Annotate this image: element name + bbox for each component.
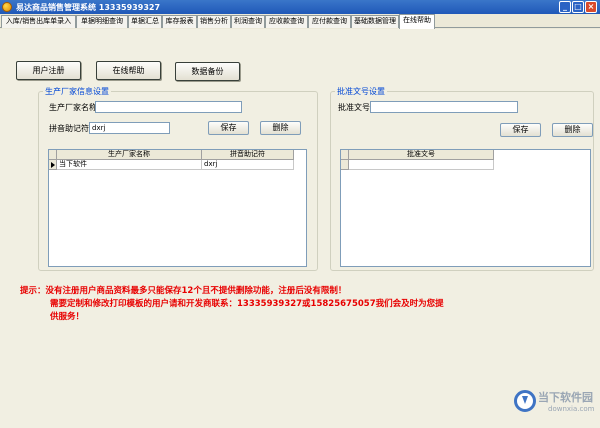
manufacturer-table[interactable]: 生产厂家名称 拼音助记符 当下软件 dxrj bbox=[48, 149, 307, 267]
column-header-manufacturer-name[interactable]: 生产厂家名称 bbox=[57, 150, 202, 160]
tab-document-summary[interactable]: 单据汇总 bbox=[128, 15, 162, 28]
tab-sales-analysis[interactable]: 销售分析 bbox=[197, 15, 231, 28]
table-cell-new-row[interactable] bbox=[349, 160, 494, 170]
hint-line-1: 提示：没有注册用户商品资料最多只能保存12个且不提供删除功能，注册后没有限制！ bbox=[20, 286, 347, 296]
window-title: 易达商品销售管理系统 13335939327 bbox=[16, 3, 161, 12]
title-bar: 易达商品销售管理系统 13335939327 _ □ × bbox=[0, 0, 600, 14]
approval-number-input[interactable] bbox=[370, 101, 518, 113]
watermark-name: 当下软件园 bbox=[538, 391, 593, 404]
manufacturer-name-label: 生产厂家名称 bbox=[49, 103, 97, 112]
header-indicator bbox=[49, 150, 57, 160]
backup-button[interactable]: 数据备份 bbox=[175, 62, 240, 81]
pinyin-label: 拼音助记符 bbox=[49, 124, 89, 133]
approval-number-label: 批准文号 bbox=[338, 103, 370, 112]
online-help-button[interactable]: 在线帮助 bbox=[96, 61, 161, 80]
header-indicator bbox=[341, 150, 349, 160]
pinyin-input[interactable]: dxrj bbox=[89, 122, 170, 134]
tab-bar: 入库/销售出库单录入 单据明细查询 单据汇总 库存报表 销售分析 利润查询 应收… bbox=[0, 14, 600, 29]
watermark-url: downxia.com bbox=[548, 405, 595, 413]
tab-profit-query[interactable]: 利润查询 bbox=[231, 15, 265, 28]
tab-document-detail[interactable]: 单据明细查询 bbox=[76, 15, 128, 28]
manufacturer-delete-button[interactable]: 删除 bbox=[260, 121, 301, 135]
table-cell-pinyin[interactable]: dxrj bbox=[202, 160, 294, 170]
approval-legend: 批准文号设置 bbox=[337, 87, 385, 96]
app-icon bbox=[2, 2, 12, 12]
manufacturer-name-input[interactable] bbox=[95, 101, 242, 113]
maximize-button[interactable]: □ bbox=[572, 1, 584, 13]
tab-online-help[interactable]: 在线帮助 bbox=[399, 14, 435, 29]
approval-number-table[interactable]: 批准文号 bbox=[340, 149, 591, 267]
tab-stock-in-sales[interactable]: 入库/销售出库单录入 bbox=[1, 15, 76, 28]
manufacturer-legend: 生产厂家信息设置 bbox=[45, 87, 109, 96]
manufacturer-save-button[interactable]: 保存 bbox=[208, 121, 249, 135]
download-arrow-icon bbox=[514, 390, 536, 412]
hint-line-3: 供服务！ bbox=[50, 312, 85, 322]
row-indicator[interactable] bbox=[49, 160, 57, 170]
current-row-arrow-icon bbox=[51, 162, 55, 168]
register-button[interactable]: 用户注册 bbox=[16, 61, 81, 80]
content-panel: 用户注册 在线帮助 数据备份 生产厂家信息设置 生产厂家名称 拼音助记符 dxr… bbox=[0, 29, 600, 428]
approval-save-button[interactable]: 保存 bbox=[500, 123, 541, 137]
column-header-approval-number[interactable]: 批准文号 bbox=[349, 150, 494, 160]
tab-receivables[interactable]: 应收款查询 bbox=[265, 15, 308, 28]
hint-line-2: 需要定制和修改打印模板的用户请和开发商联系：13335939327或158256… bbox=[50, 299, 444, 309]
tab-base-data[interactable]: 基础数据管理 bbox=[351, 15, 399, 28]
approval-delete-button[interactable]: 删除 bbox=[552, 123, 593, 137]
tab-inventory-report[interactable]: 库存报表 bbox=[162, 15, 197, 28]
row-indicator[interactable] bbox=[341, 160, 349, 170]
close-button[interactable]: × bbox=[585, 1, 597, 13]
watermark-logo: 当下软件园 downxia.com bbox=[514, 388, 595, 418]
column-header-pinyin[interactable]: 拼音助记符 bbox=[202, 150, 294, 160]
table-cell-manufacturer-name[interactable]: 当下软件 bbox=[57, 160, 202, 170]
minimize-button[interactable]: _ bbox=[559, 1, 571, 13]
tab-payables[interactable]: 应付款查询 bbox=[308, 15, 351, 28]
